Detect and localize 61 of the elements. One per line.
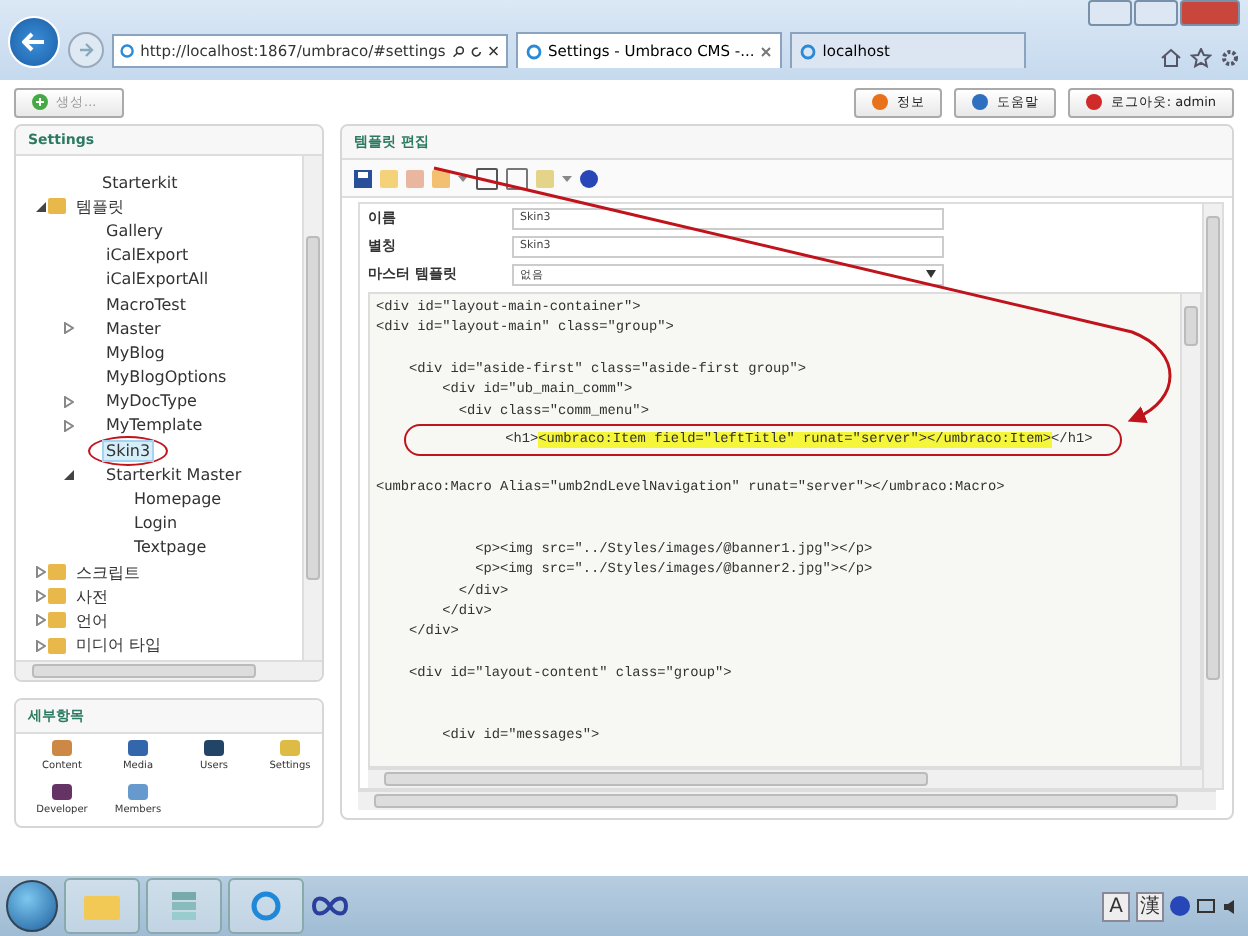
vertical-scrollbar[interactable] [302, 156, 322, 660]
plus-icon [32, 94, 48, 110]
arrow-right-icon [78, 42, 94, 58]
collapsed-triangle-icon[interactable] [63, 395, 73, 408]
tree-item[interactable]: MyBlogOptions [104, 368, 229, 387]
collapsed-triangle-icon[interactable] [35, 614, 45, 627]
tree-item[interactable]: 미디어 타입 [74, 634, 164, 657]
tree-item[interactable]: Skin3 [102, 439, 155, 462]
search-icon[interactable] [451, 43, 465, 59]
collapsed-triangle-icon[interactable] [35, 639, 45, 652]
folder-icon [84, 892, 120, 920]
expanded-triangle-icon[interactable] [63, 469, 73, 480]
expanded-triangle-icon[interactable] [35, 201, 45, 212]
star-icon[interactable] [1190, 48, 1212, 68]
minimize-button[interactable] [1088, 0, 1132, 26]
vertical-scrollbar[interactable] [1202, 204, 1222, 788]
horizontal-scrollbar[interactable] [16, 659, 322, 680]
dropdown-caret-icon[interactable] [458, 175, 468, 181]
tree-item[interactable]: iCalExport [104, 246, 191, 265]
taskbar-button[interactable] [228, 878, 304, 934]
tree-item[interactable]: MacroTest [104, 295, 188, 314]
network-icon[interactable] [1196, 897, 1216, 915]
tree-item[interactable]: Gallery [104, 221, 165, 240]
collapsed-triangle-icon[interactable] [63, 419, 73, 432]
dropdown-caret-icon[interactable] [562, 175, 572, 181]
tree-item[interactable]: Textpage [132, 538, 209, 557]
maximize-button[interactable] [1134, 0, 1178, 26]
input-method-indicator[interactable]: 漢 [1136, 891, 1164, 921]
save-icon[interactable] [354, 169, 372, 187]
tree-item[interactable]: 사전 [74, 585, 110, 608]
collapsed-triangle-icon[interactable] [63, 322, 73, 335]
tree-item[interactable]: 언어 [74, 609, 110, 632]
tree-item[interactable]: Homepage [132, 490, 224, 509]
tree-item[interactable]: MyTemplate [104, 416, 205, 435]
dropdown-caret-icon [926, 270, 936, 278]
refresh-icon[interactable] [470, 43, 483, 59]
horizontal-scrollbar[interactable] [368, 768, 1202, 788]
infinity-icon[interactable] [310, 896, 350, 916]
tree-item[interactable]: Login [132, 514, 180, 533]
collapsed-triangle-icon[interactable] [35, 590, 45, 603]
code-editor[interactable] [368, 292, 1202, 768]
vertical-scrollbar[interactable] [1180, 294, 1200, 766]
tree-item[interactable]: Master [104, 319, 163, 338]
stacked-blocks-icon [168, 890, 200, 922]
home-icon[interactable] [1160, 48, 1182, 68]
tree-item[interactable]: iCalExportAll [104, 270, 211, 289]
input-method-indicator[interactable]: A [1102, 891, 1130, 921]
arrow-left-icon [22, 32, 46, 52]
tree-item[interactable]: Starterkit [100, 173, 180, 192]
tree-item[interactable]: 템플릿 [74, 195, 126, 218]
tree-item[interactable]: 스크립트 [74, 561, 142, 584]
tree-item[interactable]: MyDocType [104, 392, 199, 411]
square-icon[interactable] [506, 167, 528, 189]
back-button[interactable] [8, 16, 60, 68]
collapsed-triangle-icon[interactable] [35, 566, 45, 579]
tree-item[interactable]: Starterkit Master [104, 465, 244, 484]
tree-item[interactable]: MyBlog [104, 343, 167, 362]
forward-button[interactable] [68, 32, 104, 68]
start-button[interactable] [6, 880, 58, 932]
taskbar-button[interactable] [146, 878, 222, 934]
horizontal-scrollbar[interactable] [358, 790, 1216, 810]
